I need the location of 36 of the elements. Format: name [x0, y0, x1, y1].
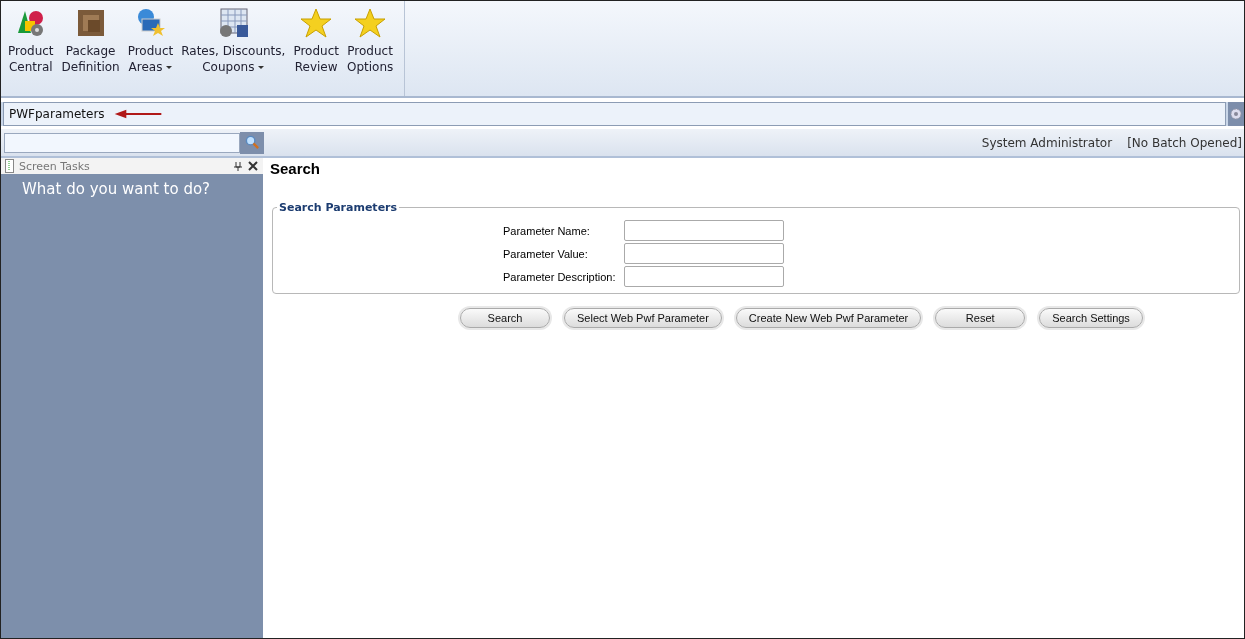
- close-icon[interactable]: [248, 161, 258, 171]
- field-label: Parameter Description:: [503, 270, 616, 283]
- settings-icon: [1230, 108, 1242, 120]
- action-button[interactable]: Create New Web Pwf Parameter: [735, 308, 922, 328]
- input-field[interactable]: [623, 220, 784, 241]
- action-button[interactable]: Search: [460, 308, 550, 328]
- group-title: Search Parameters: [278, 201, 399, 214]
- input-field[interactable]: [623, 266, 784, 287]
- search-button[interactable]: [240, 131, 264, 154]
- ribbon-button[interactable]: Rates, Discounts, Coupons: [178, 7, 289, 75]
- ribbon-button[interactable]: Product Areas: [124, 7, 177, 75]
- input-field[interactable]: [623, 243, 784, 264]
- star-icon: [354, 7, 387, 39]
- action-button[interactable]: Search Settings: [1039, 308, 1143, 328]
- table-gear-icon: [217, 7, 250, 39]
- task-prompt: What do you want to do?: [21, 179, 212, 198]
- ribbon-button[interactable]: Product Options: [343, 7, 397, 75]
- search-icon: [244, 135, 260, 150]
- star-icon: [300, 7, 333, 39]
- batch-status: [No Batch Opened]: [1127, 135, 1242, 150]
- user-name: System Administrator: [981, 135, 1113, 150]
- address-field[interactable]: PWFparameters: [3, 102, 1226, 126]
- action-button[interactable]: Select Web Pwf Parameter: [564, 308, 722, 328]
- ribbon-button[interactable]: Product Central: [5, 7, 57, 75]
- action-button[interactable]: Reset: [935, 308, 1026, 328]
- caret-icon: [258, 65, 265, 69]
- pin-icon[interactable]: [233, 161, 243, 171]
- field-label: Parameter Value:: [503, 247, 589, 260]
- pane-title: Screen Tasks: [19, 159, 90, 173]
- ribbon-button[interactable]: Product Review: [290, 7, 342, 75]
- caret-icon: [166, 65, 173, 69]
- field-label: Parameter Name:: [503, 224, 591, 237]
- ribbon-button[interactable]: Package Definition: [58, 7, 123, 75]
- page-title: Search: [270, 160, 322, 177]
- settings-button[interactable]: [1228, 102, 1244, 126]
- search-field[interactable]: [4, 132, 240, 153]
